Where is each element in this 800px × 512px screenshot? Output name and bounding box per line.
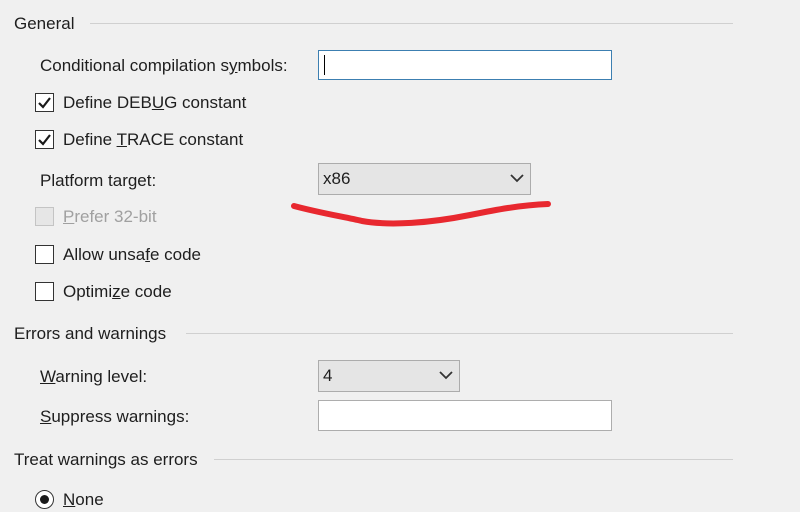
section-title-treat-warnings: Treat warnings as errors [14,450,198,469]
checkmark-icon [38,134,51,146]
define-trace-checkbox[interactable] [35,130,54,149]
warning-level-dropdown[interactable]: 4 [318,360,460,392]
section-title-errors-warnings: Errors and warnings [14,324,167,343]
warning-level-value: 4 [323,366,333,385]
allow-unsafe-checkbox[interactable] [35,245,54,264]
platform-target-value: x86 [323,169,351,188]
conditional-symbols-label: Conditional compilation symbols: [40,56,288,75]
define-debug-label[interactable]: Define DEBUG constant [63,92,246,114]
text-caret [324,55,325,75]
suppress-warnings-input[interactable] [318,400,612,431]
define-trace-label[interactable]: Define TRACE constant [63,129,243,151]
platform-target-dropdown[interactable]: x86 [318,163,531,195]
section-title-general: General [14,14,75,33]
section-divider [186,333,733,334]
allow-unsafe-label[interactable]: Allow unsafe code [63,244,201,266]
section-divider [90,23,733,24]
red-annotation-scribble [291,201,551,227]
optimize-code-label[interactable]: Optimize code [63,281,172,303]
prefer-32bit-checkbox[interactable] [35,207,54,226]
conditional-symbols-input[interactable] [318,50,612,80]
suppress-warnings-label: Suppress warnings: [40,407,190,426]
none-radio-label[interactable]: None [63,489,104,511]
prefer-32bit-label: Prefer 32-bit [63,207,157,226]
section-divider [214,459,733,460]
none-radio[interactable] [35,490,54,509]
platform-target-label: Platform target: [40,171,157,190]
chevron-down-icon [510,174,524,183]
radio-selected-dot [40,495,49,504]
checkmark-icon [38,97,51,109]
warning-level-label: Warning level: [40,367,148,386]
optimize-code-checkbox[interactable] [35,282,54,301]
define-debug-checkbox[interactable] [35,93,54,112]
chevron-down-icon [439,371,453,380]
